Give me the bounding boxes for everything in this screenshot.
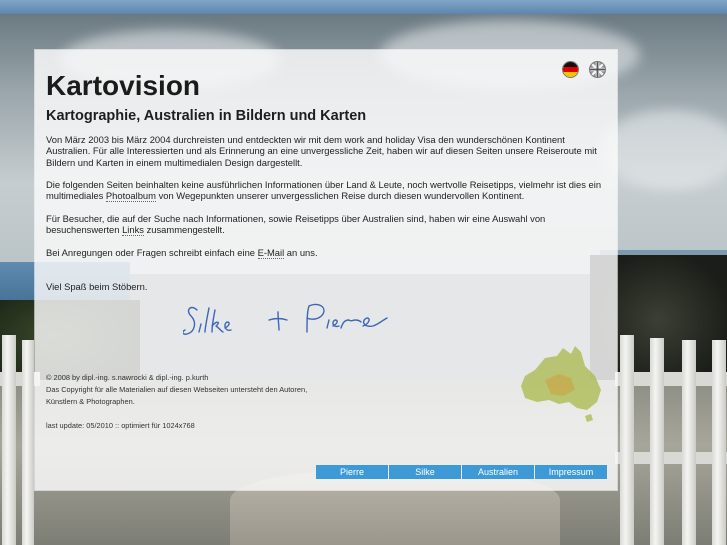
copyright-text: © 2008 by dipl.-ing. s.nawrocki & dipl.-… (46, 373, 209, 382)
intro-paragraph-4-text: Bei Anregungen oder Fragen schreibt einf… (46, 247, 258, 258)
content-panel: Kartovision Kartographie, Australien in … (35, 50, 617, 490)
intro-paragraph-2: Die folgenden Seiten beinhalten keine au… (46, 179, 606, 203)
rights-text-line-2: Künstlern & Photographen. (46, 397, 135, 406)
nav-button-impressum[interactable]: Impressum (535, 465, 607, 479)
nav-button-silke[interactable]: Silke (389, 465, 461, 479)
email-link[interactable]: E-Mail (257, 247, 285, 259)
links-link[interactable]: Links (122, 224, 144, 237)
signature (183, 303, 388, 335)
intro-paragraph-2-text-end: von Wegepunkten unserer unvergesslichen … (155, 190, 525, 202)
intro-paragraph-3: Für Besucher, die auf der Suche nach Inf… (46, 213, 606, 237)
last-update-text: last update: 05/2010 :: optimiert für 10… (46, 421, 195, 430)
site-title: Kartovision (46, 70, 201, 101)
bottom-navigation: Pierre Silke Australien Impressum (316, 465, 607, 479)
photoalbum-link[interactable]: Photoalbum (105, 190, 156, 203)
german-flag-icon[interactable] (563, 62, 578, 77)
intro-paragraph-3-text: Für Besucher, die auf der Suche nach Inf… (46, 213, 546, 236)
nav-button-pierre[interactable]: Pierre (316, 465, 388, 479)
intro-paragraph-1: Von März 2003 bis März 2004 durchreisten… (46, 134, 597, 168)
intro-paragraph-3-text-end: zusammengestellt. (143, 224, 225, 236)
site-subtitle: Kartographie, Australien in Bildern und … (46, 108, 367, 124)
intro-paragraph-4: Bei Anregungen oder Fragen schreibt einf… (46, 247, 606, 259)
australia-map-icon (521, 346, 601, 422)
nav-button-australien[interactable]: Australien (462, 465, 534, 479)
intro-paragraph-4-text-end: an uns. (284, 247, 318, 258)
rights-text-line-1: Das Copyright für alle Materialien auf d… (46, 385, 308, 394)
english-flag-icon[interactable] (590, 62, 605, 77)
intro-paragraph-5: Viel Spaß beim Stöbern. (46, 281, 148, 292)
